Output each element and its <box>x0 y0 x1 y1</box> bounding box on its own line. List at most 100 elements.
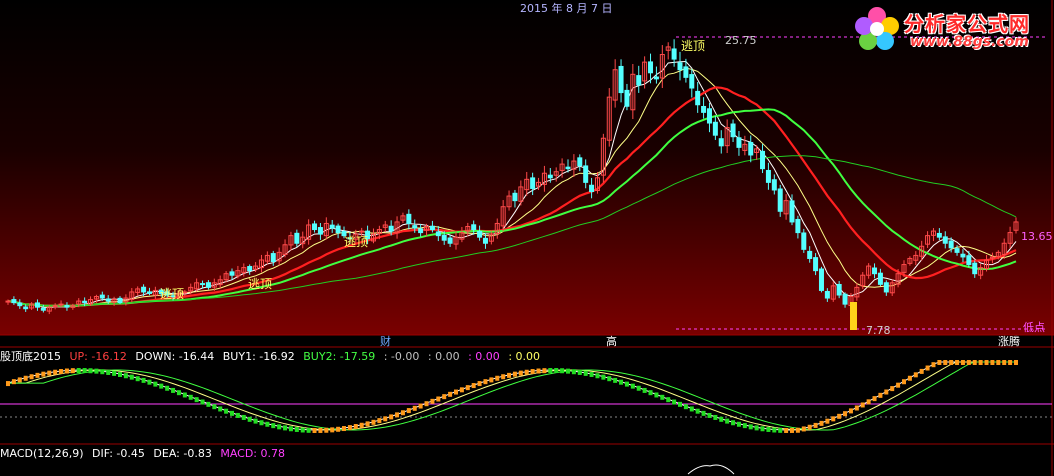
candle-body <box>842 293 848 305</box>
logo-url: www.88gs.com <box>910 34 1029 50</box>
indicator-bar <box>176 390 181 396</box>
indicator-bar <box>347 425 352 431</box>
marker-bull: 涨腾 <box>998 334 1020 348</box>
indicator-bar <box>235 412 240 418</box>
indicator-bar <box>436 396 441 402</box>
indicator-bar <box>383 416 388 422</box>
indicator-bar <box>736 421 741 427</box>
candle-body <box>229 271 235 276</box>
candle-body <box>247 266 253 272</box>
candle-body <box>653 76 659 80</box>
buy-signal-bar <box>850 302 857 330</box>
indicator-bar <box>772 427 777 433</box>
indicator-up: UP: -16.12 <box>69 350 127 363</box>
candle-body <box>482 237 488 244</box>
indicator-bar <box>430 398 435 404</box>
indicator-bar <box>1008 360 1013 365</box>
indicator-bar <box>902 379 906 385</box>
candle-body <box>960 253 966 258</box>
escape-top-label: 逃顶 <box>344 235 368 249</box>
candle-body <box>429 225 435 231</box>
candle-body <box>771 179 777 191</box>
indicator-bar <box>29 374 34 380</box>
indicator-bar <box>619 379 624 385</box>
indicator-bar <box>336 426 341 432</box>
indicator-bar <box>294 426 299 432</box>
indicator-bar <box>448 391 453 397</box>
indicator-bar <box>253 418 258 424</box>
candle-body <box>317 227 323 235</box>
indicator-bar <box>613 377 618 383</box>
low-point-label: 低点 <box>1023 321 1045 334</box>
indicator-bar <box>459 387 464 393</box>
indicator-bar <box>872 396 877 402</box>
candle-body <box>388 225 394 232</box>
macd-layer <box>687 464 735 475</box>
macd-line <box>687 464 735 475</box>
candle-body <box>5 300 11 303</box>
candle-body <box>270 253 276 263</box>
indicator-value-4: : 0.00 <box>508 350 541 363</box>
candle-body <box>583 165 589 183</box>
indicator-bar <box>112 370 117 376</box>
indicator-bar <box>642 387 647 393</box>
indicator-buy2: BUY2: -17.59 <box>303 350 376 363</box>
indicator-bar <box>1014 360 1018 365</box>
indicator-bar <box>35 372 40 378</box>
indicator-bar <box>601 374 606 380</box>
candle-body <box>312 223 318 231</box>
indicator-bar <box>153 381 158 387</box>
candle-body <box>547 174 553 179</box>
indicator-bar <box>660 394 665 400</box>
candle-body <box>936 232 942 238</box>
indicator-bar <box>949 360 954 365</box>
indicator-bar <box>1002 360 1007 365</box>
indicator-bar <box>654 392 659 398</box>
indicator-bar <box>129 374 134 380</box>
indicator-bar <box>854 405 859 411</box>
indicator-bar <box>59 369 64 375</box>
indicator-bar <box>790 427 794 433</box>
candle-body <box>335 225 341 234</box>
indicator-bar <box>566 368 570 374</box>
candle-body <box>82 300 88 304</box>
indicator-value-3: : 0.00 <box>468 350 500 363</box>
candle-body <box>701 105 707 113</box>
indicator-bar <box>135 376 140 382</box>
indicator-bar <box>82 368 87 374</box>
indicator-bar <box>554 368 559 374</box>
indicator-bar <box>583 370 588 376</box>
indicator-bar <box>271 423 276 429</box>
candle-body <box>471 224 477 231</box>
indicator-bar <box>88 368 93 374</box>
indicator-bar <box>571 369 576 375</box>
indicator-bar <box>819 420 824 426</box>
indicator-bar <box>866 399 871 405</box>
indicator-layer <box>0 360 1052 433</box>
indicator-bar <box>465 385 470 391</box>
candle-body <box>447 237 453 244</box>
indicator-bar <box>890 386 895 392</box>
candle-body <box>200 283 206 286</box>
indicator-bar <box>259 420 264 426</box>
candle-body <box>824 290 830 299</box>
candle-body <box>359 230 365 233</box>
indicator-bar <box>312 427 317 433</box>
indicator-bar <box>978 360 983 365</box>
indicator-bar <box>194 397 199 403</box>
candle-body <box>807 250 813 259</box>
candle-body <box>712 121 718 136</box>
indicator-bar <box>925 365 930 371</box>
indicator-bar <box>159 383 164 389</box>
indicator-bar <box>277 424 282 430</box>
candle-body <box>23 306 29 310</box>
candle-body <box>406 213 412 224</box>
indicator-bar <box>713 414 718 420</box>
site-logo: 分析家公式网 www.88gs.com <box>852 4 1050 56</box>
candle-body <box>730 123 736 138</box>
indicator-bar <box>371 419 376 425</box>
candle-body <box>441 234 447 241</box>
candle-body <box>418 228 424 234</box>
indicator-bar <box>70 368 75 374</box>
indicator-bar <box>218 406 223 412</box>
